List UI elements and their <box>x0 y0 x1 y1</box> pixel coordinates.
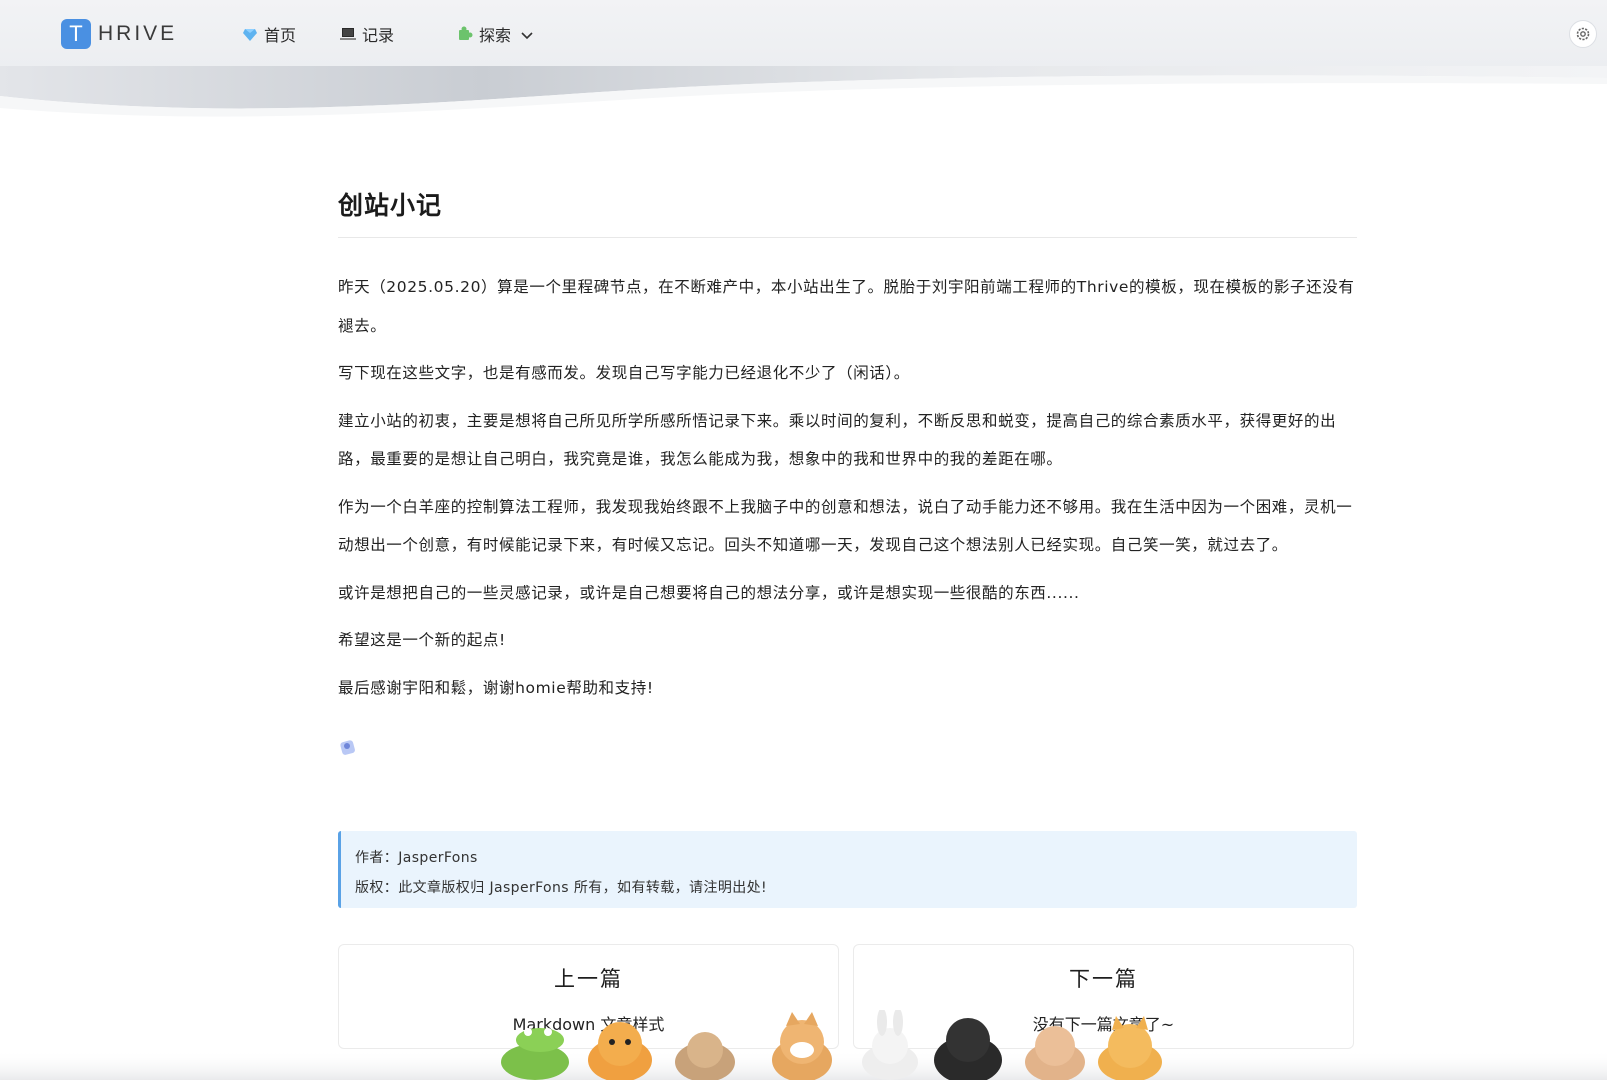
nav-item-records[interactable]: 记录 <box>340 22 394 46</box>
title-divider <box>338 237 1357 238</box>
nav-item-explore[interactable]: 探索 <box>457 22 533 46</box>
chevron-down-icon <box>521 25 533 44</box>
next-post-card[interactable]: 下一篇 没有下一篇文章了~ <box>853 944 1354 1049</box>
diamond-icon <box>242 26 258 42</box>
sticker-line <box>338 737 1357 761</box>
paragraph: 建立小站的初衷，主要是想将自己所见所学所感所悟记录下来。乘以时间的复利，不断反思… <box>338 411 1337 469</box>
article: 创站小记 昨天（2025.05.20）算是一个里程碑节点，在不断难产中，本小站出… <box>338 186 1357 761</box>
paragraph: 写下现在这些文字，也是有感而发。发现自己写字能力已经退化不少了（闲话）。 <box>338 364 910 382</box>
puzzle-icon <box>457 26 473 42</box>
paragraph: 或许是想把自己的一些灵感记录，或许是自己想要将自己的想法分享，或许是想实现一些很… <box>338 583 1080 602</box>
header-wave-decoration <box>0 66 1607 117</box>
article-body: 昨天（2025.05.20）算是一个里程碑节点，在不断难产中，本小站出生了。脱胎… <box>338 268 1357 707</box>
settings-button[interactable] <box>1569 20 1597 48</box>
copyright-notice: 作者：JasperFons 版权：此文章版权归 JasperFons 所有，如有… <box>338 831 1357 908</box>
prev-post-heading: 上一篇 <box>554 967 623 991</box>
paragraph: 希望这是一个新的起点! <box>338 631 506 649</box>
next-post-heading: 下一篇 <box>1069 967 1138 991</box>
nav-item-label: 记录 <box>362 26 395 45</box>
nav-item-label: 探索 <box>479 26 512 45</box>
brand-logo-icon: T <box>61 19 91 49</box>
brand-name: HRIVE <box>98 22 178 45</box>
top-navbar: T HRIVE 首页 记录 探索 <box>0 0 1607 68</box>
prev-post-card[interactable]: 上一篇 Markdown 文章样式 <box>338 944 839 1049</box>
gear-icon <box>1575 26 1591 42</box>
page-title: 创站小记 <box>338 191 443 220</box>
nav-item-home[interactable]: 首页 <box>242 22 296 46</box>
paragraph: 作为一个白羊座的控制算法工程师，我发现我始终跟不上我脑子中的创意和想法，说白了动… <box>338 497 1353 555</box>
brand-logo-link[interactable]: T HRIVE <box>61 19 177 49</box>
nav-item-label: 首页 <box>264 26 297 45</box>
next-post-title: 没有下一篇文章了~ <box>1032 1015 1175 1034</box>
laptop-icon <box>340 26 356 42</box>
copyright-rights: 版权：此文章版权归 JasperFons 所有，如有转载，请注明出处! <box>355 880 768 896</box>
prev-post-title[interactable]: Markdown 文章样式 <box>339 1011 838 1035</box>
sticker-icon <box>338 737 358 757</box>
paragraph: 最后感谢宇阳和鬆，谢谢homie帮助和支持! <box>338 678 654 697</box>
copyright-author: 作者：JasperFons <box>355 850 478 866</box>
paragraph: 昨天（2025.05.20）算是一个里程碑节点，在不断难产中，本小站出生了。脱胎… <box>338 278 1355 335</box>
